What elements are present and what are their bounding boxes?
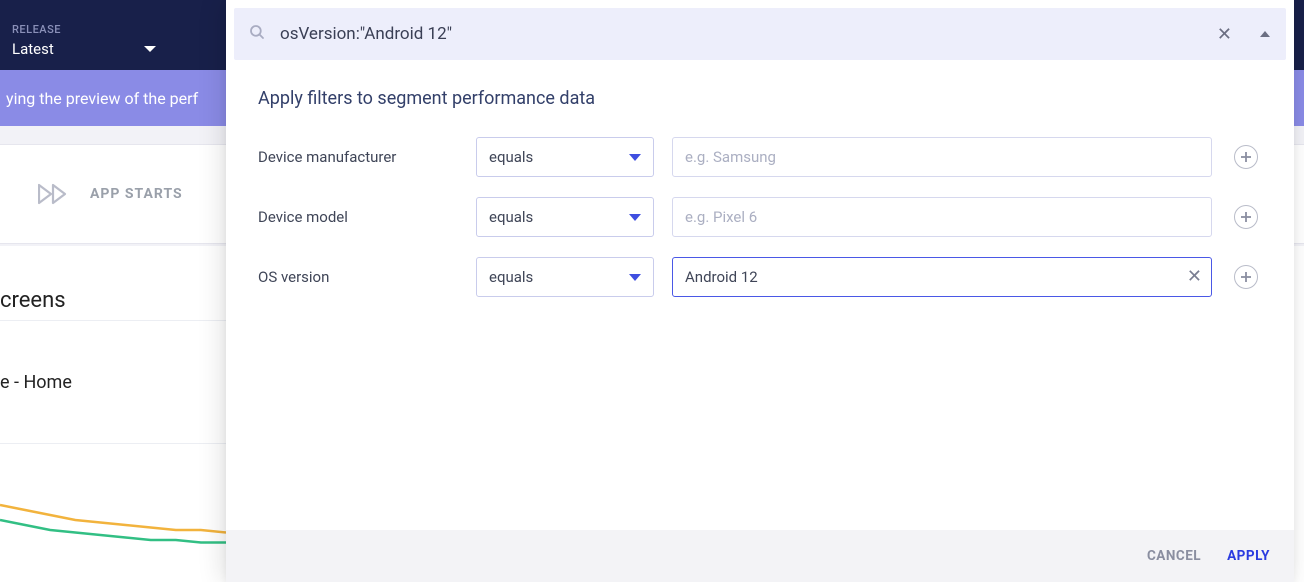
play-forward-icon bbox=[38, 182, 72, 206]
chevron-down-icon bbox=[629, 154, 641, 161]
list-item[interactable]: e - Home bbox=[0, 320, 226, 444]
operator-value: equals bbox=[489, 208, 533, 226]
modal-title: Apply filters to segment performance dat… bbox=[226, 60, 1294, 127]
value-input-wrap bbox=[672, 137, 1212, 177]
tab-label: APP STARTS bbox=[90, 186, 183, 202]
search-icon bbox=[248, 23, 266, 45]
collapse-icon[interactable] bbox=[1260, 31, 1270, 37]
filter-label: Device model bbox=[258, 208, 458, 226]
filter-search[interactable]: ✕ bbox=[234, 8, 1286, 60]
filter-search-input[interactable] bbox=[280, 24, 1195, 44]
release-value: Latest bbox=[12, 40, 54, 58]
filter-row: OS version equals ✕ bbox=[226, 247, 1294, 307]
filter-value-input[interactable] bbox=[672, 257, 1212, 297]
clear-search-button[interactable]: ✕ bbox=[1209, 20, 1240, 49]
modal-footer: CANCEL APPLY bbox=[226, 530, 1294, 582]
add-filter-button[interactable] bbox=[1234, 145, 1258, 169]
operator-value: equals bbox=[489, 148, 533, 166]
filter-value-input[interactable] bbox=[672, 137, 1212, 177]
operator-select[interactable]: equals bbox=[476, 257, 654, 297]
add-filter-button[interactable] bbox=[1234, 205, 1258, 229]
sparkline-chart bbox=[0, 470, 226, 570]
operator-select[interactable]: equals bbox=[476, 137, 654, 177]
chevron-down-icon bbox=[629, 274, 641, 281]
list-item-label: e - Home bbox=[0, 372, 72, 393]
release-selector[interactable]: RELEASE Latest bbox=[12, 13, 156, 58]
banner-text: ying the preview of the perf bbox=[6, 89, 198, 108]
clear-value-button[interactable]: ✕ bbox=[1187, 268, 1202, 286]
chevron-down-icon bbox=[629, 214, 641, 221]
value-input-wrap: ✕ bbox=[672, 257, 1212, 297]
filter-label: Device manufacturer bbox=[258, 148, 458, 166]
add-filter-button[interactable] bbox=[1234, 265, 1258, 289]
value-input-wrap bbox=[672, 197, 1212, 237]
apply-button[interactable]: APPLY bbox=[1227, 548, 1270, 564]
filter-label: OS version bbox=[258, 268, 458, 286]
filter-modal: ✕ Apply filters to segment performance d… bbox=[226, 0, 1294, 582]
operator-value: equals bbox=[489, 268, 533, 286]
cancel-button[interactable]: CANCEL bbox=[1147, 548, 1201, 564]
operator-select[interactable]: equals bbox=[476, 197, 654, 237]
filter-value-input[interactable] bbox=[672, 197, 1212, 237]
filter-row: Device model equals bbox=[226, 187, 1294, 247]
release-label: RELEASE bbox=[12, 23, 156, 36]
chevron-down-icon bbox=[144, 46, 156, 52]
filter-row: Device manufacturer equals bbox=[226, 127, 1294, 187]
